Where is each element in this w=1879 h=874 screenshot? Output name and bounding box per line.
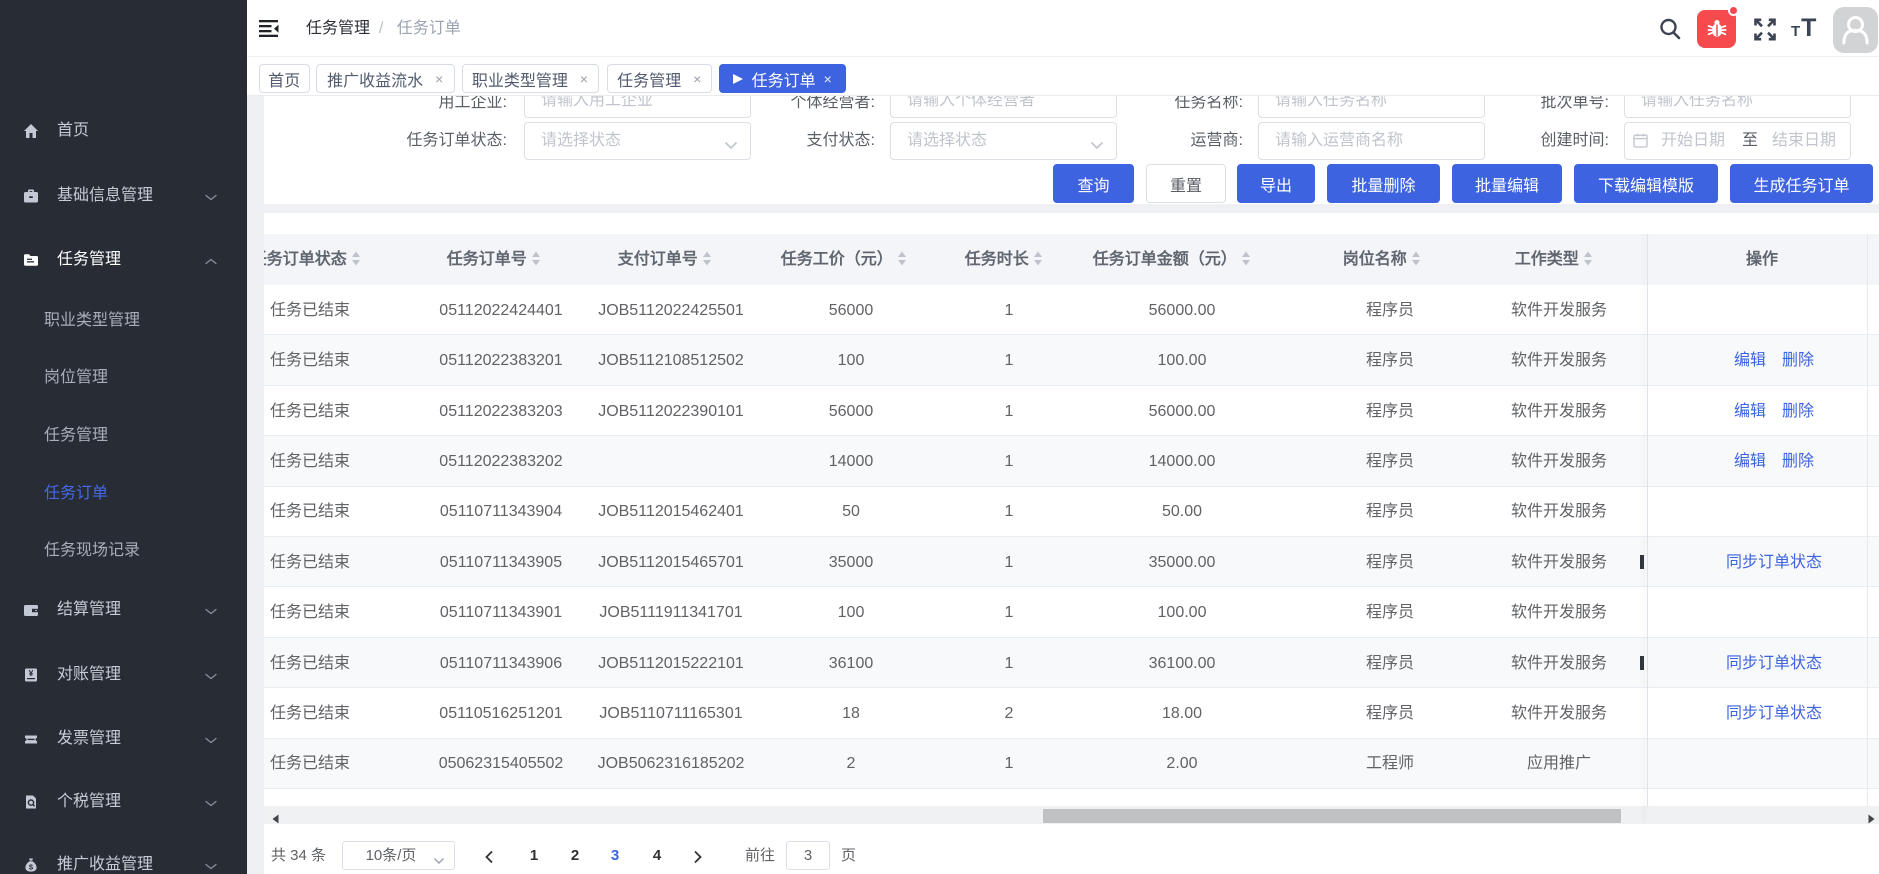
svg-text:¥: ¥	[29, 668, 34, 678]
